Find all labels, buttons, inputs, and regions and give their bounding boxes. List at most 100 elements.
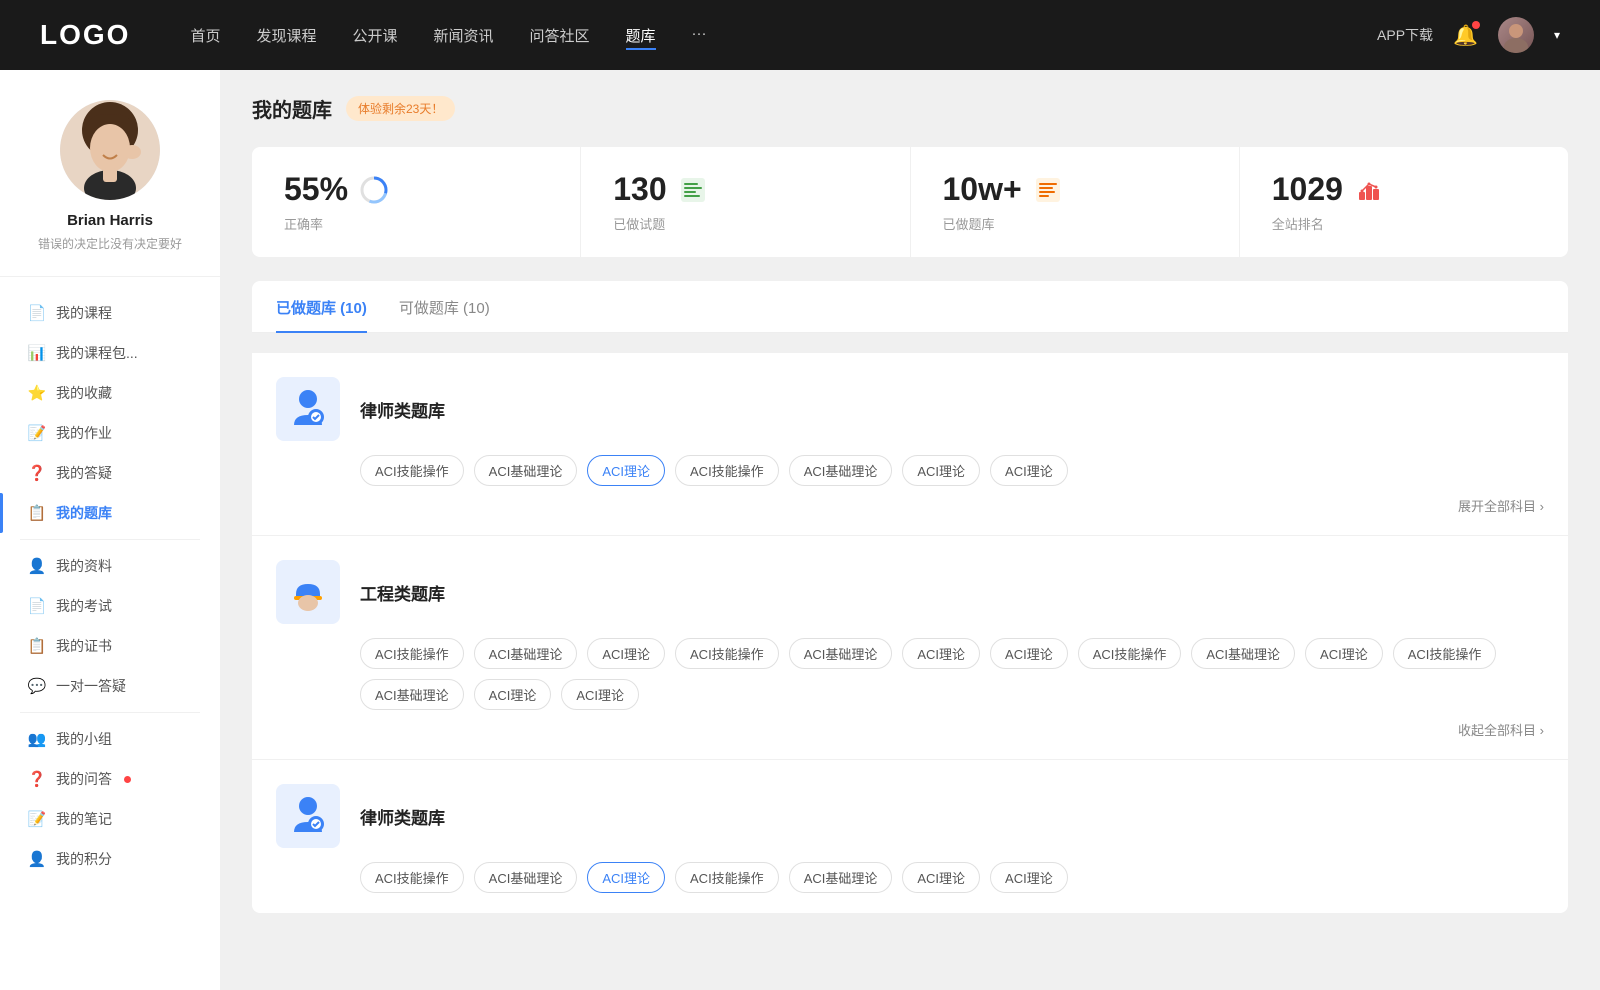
- course-icon: 📄: [28, 304, 46, 322]
- nav-opencourse[interactable]: 公开课: [352, 21, 397, 50]
- navbar-logo: LOGO: [40, 19, 130, 51]
- sidebar-nav: 📄 我的课程 📊 我的课程包... ⭐ 我的收藏 📝 我的作业 ❓ 我的答疑 📋: [0, 277, 220, 895]
- sidebar-item-course-package[interactable]: 📊 我的课程包...: [0, 333, 220, 373]
- sidebar: Brian Harris 错误的决定比没有决定要好 📄 我的课程 📊 我的课程包…: [0, 70, 220, 990]
- sidebar-item-group[interactable]: 👥 我的小组: [0, 719, 220, 759]
- lawyer-svg-2: [286, 794, 330, 838]
- stat-done-value: 130: [613, 171, 666, 208]
- my-qa-icon: ❓: [28, 770, 46, 788]
- stat-ranking-label: 全站排名: [1272, 214, 1536, 233]
- sidebar-item-homework[interactable]: 📝 我的作业: [0, 413, 220, 453]
- tag[interactable]: ACI理论: [990, 455, 1068, 486]
- tag[interactable]: ACI技能操作: [360, 455, 464, 486]
- bank-engineer-toggle[interactable]: 收起全部科目 ›: [276, 710, 1544, 739]
- nav-news[interactable]: 新闻资讯: [434, 21, 494, 50]
- bank-item-lawyer-1-header: 律师类题库: [276, 377, 1544, 441]
- tag[interactable]: ACI技能操作: [675, 638, 779, 669]
- navbar-right: APP下载 🔔 ▾: [1377, 17, 1560, 53]
- nav-home[interactable]: 首页: [190, 21, 220, 50]
- sidebar-item-favorites[interactable]: ⭐ 我的收藏: [0, 373, 220, 413]
- tag[interactable]: ACI技能操作: [1078, 638, 1182, 669]
- tag[interactable]: ACI基础理论: [789, 455, 893, 486]
- bank-engineer-tags: ACI技能操作 ACI基础理论 ACI理论 ACI技能操作 ACI基础理论 AC…: [276, 638, 1544, 710]
- tab-available-banks[interactable]: 可做题库 (10): [399, 281, 490, 332]
- avatar[interactable]: [1498, 17, 1534, 53]
- profile-avatar-svg: [60, 100, 160, 200]
- sidebar-item-questions[interactable]: ❓ 我的答疑: [0, 453, 220, 493]
- stat-ranking: 1029 全站排名: [1240, 147, 1568, 257]
- tag-active[interactable]: ACI理论: [587, 862, 665, 893]
- sidebar-label-my-qa: 我的问答: [56, 769, 112, 789]
- sidebar-item-one-on-one[interactable]: 💬 一对一答疑: [0, 666, 220, 706]
- stat-done-top: 130: [613, 171, 877, 208]
- tag[interactable]: ACI理论: [990, 638, 1068, 669]
- stat-banks-value: 10w+: [943, 171, 1022, 208]
- sidebar-item-notes[interactable]: 📝 我的笔记: [0, 799, 220, 839]
- sidebar-label-notes: 我的笔记: [56, 809, 112, 829]
- navbar: LOGO 首页 发现课程 公开课 新闻资讯 问答社区 题库 ··· APP下载 …: [0, 0, 1600, 70]
- trial-badge: 体验剩余23天！: [346, 96, 455, 121]
- sidebar-label-points: 我的积分: [56, 849, 112, 869]
- tag[interactable]: ACI技能操作: [360, 862, 464, 893]
- stat-done-label: 已做试题: [613, 214, 877, 233]
- stat-done-banks: 10w+ 已做题库: [911, 147, 1240, 257]
- bank-lawyer-1-toggle[interactable]: 展开全部科目 ›: [276, 486, 1544, 515]
- nav-more[interactable]: ···: [692, 21, 707, 50]
- tag[interactable]: ACI基础理论: [474, 862, 578, 893]
- sidebar-divider-2: [20, 712, 200, 713]
- notification-bell[interactable]: 🔔: [1453, 23, 1478, 48]
- tag[interactable]: ACI基础理论: [1191, 638, 1295, 669]
- bank-lawyer-icon-2: [276, 784, 340, 848]
- sidebar-label-bank: 我的题库: [56, 503, 112, 523]
- sidebar-label-one-on-one: 一对一答疑: [56, 676, 126, 696]
- tag[interactable]: ACI理论: [474, 679, 552, 710]
- tag[interactable]: ACI理论: [902, 455, 980, 486]
- tag[interactable]: ACI理论: [561, 679, 639, 710]
- tag[interactable]: ACI理论: [902, 638, 980, 669]
- tag[interactable]: ACI基础理论: [360, 679, 464, 710]
- profile-slogan: 错误的决定比没有决定要好: [38, 235, 182, 252]
- app-download-button[interactable]: APP下载: [1377, 25, 1433, 45]
- sidebar-item-course[interactable]: 📄 我的课程: [0, 293, 220, 333]
- sidebar-item-my-qa[interactable]: ❓ 我的问答: [0, 759, 220, 799]
- sidebar-label-course: 我的课程: [56, 303, 112, 323]
- avatar-dropdown-arrow[interactable]: ▾: [1554, 28, 1560, 42]
- tag[interactable]: ACI理论: [990, 862, 1068, 893]
- sidebar-label-course-package: 我的课程包...: [56, 343, 138, 363]
- tag[interactable]: ACI基础理论: [789, 638, 893, 669]
- sidebar-item-points[interactable]: 👤 我的积分: [0, 839, 220, 879]
- group-icon: 👥: [28, 730, 46, 748]
- sidebar-label-questions: 我的答疑: [56, 463, 112, 483]
- sidebar-item-profile[interactable]: 👤 我的资料: [0, 546, 220, 586]
- sidebar-item-bank[interactable]: 📋 我的题库: [0, 493, 220, 533]
- exam-icon: 📄: [28, 597, 46, 615]
- tag[interactable]: ACI技能操作: [1393, 638, 1497, 669]
- sidebar-item-certificate[interactable]: 📋 我的证书: [0, 626, 220, 666]
- notification-dot: [1472, 21, 1480, 29]
- page-title: 我的题库: [252, 94, 332, 123]
- tag[interactable]: ACI基础理论: [474, 455, 578, 486]
- tag[interactable]: ACI理论: [902, 862, 980, 893]
- tag[interactable]: ACI技能操作: [675, 862, 779, 893]
- main-layout: Brian Harris 错误的决定比没有决定要好 📄 我的课程 📊 我的课程包…: [0, 70, 1600, 990]
- tag[interactable]: ACI理论: [1305, 638, 1383, 669]
- main-content: 我的题库 体验剩余23天！ 55% 正确率: [220, 70, 1600, 990]
- tag-active[interactable]: ACI理论: [587, 455, 665, 486]
- tag[interactable]: ACI技能操作: [360, 638, 464, 669]
- bank-lawyer-title-2: 律师类题库: [360, 804, 445, 829]
- sidebar-item-exam[interactable]: 📄 我的考试: [0, 586, 220, 626]
- sidebar-label-profile: 我的资料: [56, 556, 112, 576]
- tag[interactable]: ACI技能操作: [675, 455, 779, 486]
- bank-lawyer-1-tags: ACI技能操作 ACI基础理论 ACI理论 ACI技能操作 ACI基础理论 AC…: [276, 455, 1544, 486]
- nav-bank[interactable]: 题库: [626, 21, 656, 50]
- nav-discover[interactable]: 发现课程: [256, 21, 316, 50]
- tag[interactable]: ACI理论: [587, 638, 665, 669]
- stat-banks-top: 10w+: [943, 171, 1207, 208]
- qa-notification-dot: [124, 776, 131, 783]
- nav-qa[interactable]: 问答社区: [530, 21, 590, 50]
- bank-item-lawyer-2: 律师类题库 ACI技能操作 ACI基础理论 ACI理论 ACI技能操作 ACI基…: [252, 760, 1568, 913]
- tag[interactable]: ACI基础理论: [789, 862, 893, 893]
- tag[interactable]: ACI基础理论: [474, 638, 578, 669]
- tab-done-banks[interactable]: 已做题库 (10): [276, 281, 367, 332]
- ranking-icon: [1353, 174, 1385, 206]
